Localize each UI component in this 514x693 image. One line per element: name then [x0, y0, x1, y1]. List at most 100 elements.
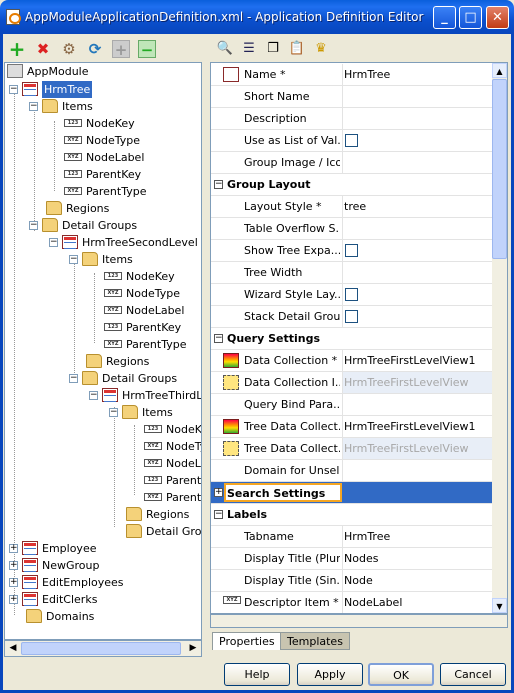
tree-horizontal-scrollbar[interactable]: ◀ ▶: [4, 640, 202, 657]
tree-data-collection-field[interactable]: HrmTreeFirstLevelView1: [342, 416, 492, 437]
collapse-all-icon[interactable]: −: [138, 40, 156, 59]
paste-icon[interactable]: 📋: [288, 40, 306, 58]
wizard-icon[interactable]: ⚙: [60, 40, 78, 58]
property-row-tree-data-collection-i[interactable]: Tree Data Collect... HrmTreeFirstLevelVie…: [211, 438, 492, 460]
apply-button[interactable]: Apply: [297, 663, 363, 686]
copy-icon[interactable]: ❐: [264, 40, 282, 58]
collapse-toggle-icon[interactable]: −: [109, 408, 118, 417]
property-row-domain-unselected[interactable]: Domain for Unsel...: [211, 460, 492, 482]
maximize-button[interactable]: □: [459, 6, 482, 29]
add-icon[interactable]: +: [8, 39, 26, 59]
expand-toggle-icon[interactable]: +: [9, 544, 18, 553]
scroll-up-icon[interactable]: ▲: [492, 63, 507, 78]
property-row-short-name[interactable]: Short Name: [211, 86, 492, 108]
property-row-tree-width[interactable]: Tree Width: [211, 262, 492, 284]
pane-splitter[interactable]: [204, 36, 208, 658]
folder-icon: [126, 524, 142, 538]
binoculars-icon[interactable]: 🔍: [216, 40, 234, 58]
expand-toggle-icon[interactable]: +: [9, 561, 18, 570]
attribute-icon: XYZ: [104, 289, 122, 297]
property-row-description[interactable]: Description: [211, 108, 492, 130]
property-row-data-collection-i[interactable]: Data Collection I... HrmTreeFirstLevelVie…: [211, 372, 492, 394]
collapse-toggle-icon[interactable]: −: [69, 374, 78, 383]
table-overflow-field[interactable]: [342, 218, 492, 239]
description-field[interactable]: [342, 108, 492, 129]
cancel-button[interactable]: Cancel: [440, 663, 506, 686]
property-horizontal-scrollbar[interactable]: [210, 614, 508, 628]
property-row-descriptor-item[interactable]: XYZ Descriptor Item * NodeLabel: [211, 592, 492, 613]
view-icon: [223, 67, 239, 82]
group-layout-header[interactable]: − Group Layout: [211, 174, 492, 196]
query-bind-field[interactable]: [342, 394, 492, 415]
wizard-style-checkbox[interactable]: [345, 288, 358, 301]
collapse-toggle-icon[interactable]: −: [29, 221, 38, 230]
view-icon: [102, 388, 118, 402]
layout-style-field[interactable]: tree: [342, 196, 492, 217]
group-image-field[interactable]: [342, 152, 492, 173]
property-row-show-tree[interactable]: Show Tree Expa...: [211, 240, 492, 262]
property-row-tree-data-collection[interactable]: Tree Data Collect... HrmTreeFirstLevelVie…: [211, 416, 492, 438]
scroll-thumb[interactable]: [21, 642, 181, 655]
domain-unselected-field[interactable]: [342, 460, 492, 481]
attribute-icon: 123: [144, 476, 162, 484]
use-as-list-checkbox[interactable]: [345, 134, 358, 147]
property-row-tabname[interactable]: Tabname HrmTree: [211, 526, 492, 548]
property-row-display-title-single[interactable]: Display Title (Sin... Node: [211, 570, 492, 592]
collapse-toggle-icon[interactable]: −: [89, 391, 98, 400]
help-button[interactable]: Help: [224, 663, 290, 686]
property-row-use-as-list[interactable]: Use as List of Val...: [211, 130, 492, 152]
property-row-wizard-style[interactable]: Wizard Style Lay...: [211, 284, 492, 306]
crown-icon[interactable]: ♛: [312, 40, 330, 58]
attribute-icon: XYZ: [223, 596, 241, 604]
name-value-field[interactable]: HrmTree: [342, 64, 492, 85]
refresh-icon[interactable]: ⟳: [86, 40, 104, 58]
expand-toggle-icon[interactable]: +: [214, 488, 223, 497]
property-vertical-scrollbar[interactable]: ▲ ▼: [492, 63, 507, 613]
scroll-right-icon[interactable]: ▶: [185, 641, 201, 656]
property-row-name[interactable]: Name * HrmTree: [211, 64, 492, 86]
list-icon[interactable]: ☰: [240, 40, 258, 58]
data-collection-i-field: HrmTreeFirstLevelView: [342, 372, 492, 393]
collapse-toggle-icon[interactable]: −: [49, 238, 58, 247]
labels-header[interactable]: − Labels: [211, 504, 492, 526]
property-row-query-bind[interactable]: Query Bind Para...: [211, 394, 492, 416]
navigation-tree[interactable]: AppModule − HrmTree − Items 123 NodeKey XYZ…: [4, 62, 202, 640]
expand-toggle-icon[interactable]: +: [9, 578, 18, 587]
property-inspector: Name * HrmTree Short Name Description Use…: [210, 62, 508, 614]
collapse-toggle-icon[interactable]: −: [9, 85, 18, 94]
property-row-layout-style[interactable]: Layout Style * tree: [211, 196, 492, 218]
property-row-table-overflow[interactable]: Table Overflow S...: [211, 218, 492, 240]
scroll-left-icon[interactable]: ◀: [5, 641, 21, 656]
data-collection-field[interactable]: HrmTreeFirstLevelView1: [342, 350, 492, 371]
delete-icon[interactable]: ✖: [34, 40, 52, 58]
display-title-plural-field[interactable]: Nodes: [342, 548, 492, 569]
search-settings-header[interactable]: + Search Settings: [211, 482, 492, 504]
expand-toggle-icon[interactable]: +: [9, 595, 18, 604]
property-row-data-collection[interactable]: Data Collection * HrmTreeFirstLevelView1: [211, 350, 492, 372]
minimize-button[interactable]: _: [433, 6, 456, 29]
tabname-field[interactable]: HrmTree: [342, 526, 492, 547]
attribute-icon: 123: [144, 425, 162, 433]
tree-width-field[interactable]: [342, 262, 492, 283]
collapse-toggle-icon[interactable]: −: [214, 510, 223, 519]
tab-properties[interactable]: Properties: [212, 632, 282, 650]
property-row-display-title-plural[interactable]: Display Title (Plur... Nodes: [211, 548, 492, 570]
collapse-toggle-icon[interactable]: −: [214, 334, 223, 343]
scroll-thumb[interactable]: [492, 79, 507, 259]
collapse-toggle-icon[interactable]: −: [214, 180, 223, 189]
scroll-down-icon[interactable]: ▼: [492, 598, 507, 613]
show-tree-checkbox[interactable]: [345, 244, 358, 257]
property-row-group-image[interactable]: Group Image / Icon: [211, 152, 492, 174]
ok-button[interactable]: OK: [368, 663, 434, 686]
tab-templates[interactable]: Templates: [280, 632, 350, 650]
descriptor-item-field[interactable]: NodeLabel: [342, 592, 492, 613]
collapse-toggle-icon[interactable]: −: [29, 102, 38, 111]
expand-all-icon[interactable]: +: [112, 40, 130, 59]
collapse-toggle-icon[interactable]: −: [69, 255, 78, 264]
close-button[interactable]: ✕: [486, 6, 509, 29]
stack-detail-checkbox[interactable]: [345, 310, 358, 323]
property-row-stack-detail[interactable]: Stack Detail Grou...: [211, 306, 492, 328]
query-settings-header[interactable]: − Query Settings: [211, 328, 492, 350]
display-title-single-field[interactable]: Node: [342, 570, 492, 591]
short-name-field[interactable]: [342, 86, 492, 107]
